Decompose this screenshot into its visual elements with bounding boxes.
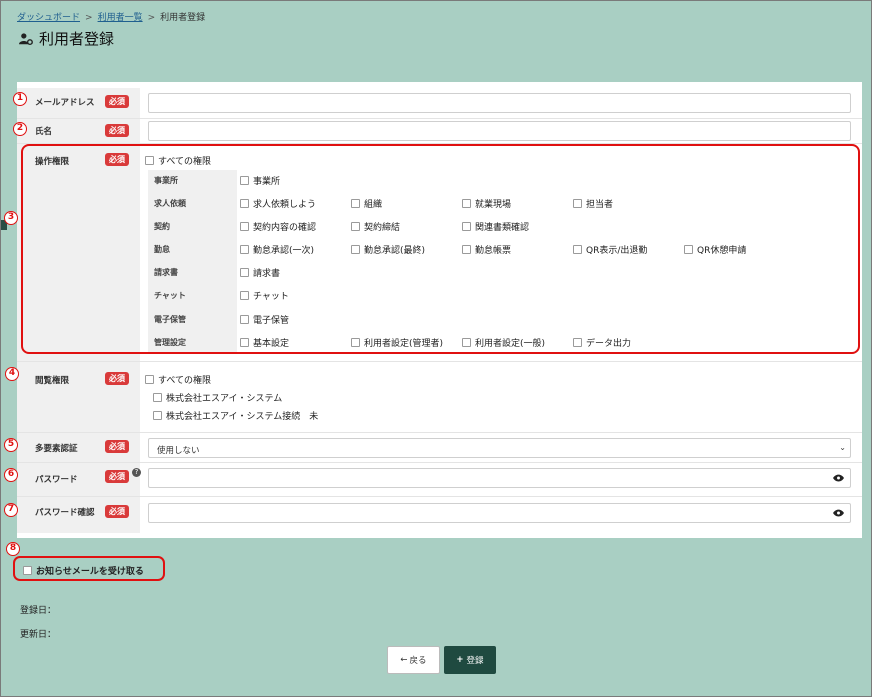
email-row: メールアドレス 必須 (17, 88, 862, 119)
breadcrumb: ダッシュボード > 利用者一覧 > 利用者登録 (17, 10, 205, 23)
eye-icon[interactable] (833, 474, 844, 482)
password-confirm-input[interactable] (148, 503, 851, 523)
password-input[interactable] (148, 468, 851, 488)
back-button-label: 戻る (409, 656, 427, 666)
view-company-checkbox-1[interactable]: 株式会社エスアイ・システム (153, 391, 282, 404)
password-confirm-row: パスワード確認 必須 (17, 497, 862, 533)
password-label: パスワード (35, 475, 78, 485)
notify-label: お知らせメールを受け取る (36, 567, 144, 577)
back-button[interactable]: ← 戻る (387, 646, 440, 674)
mfa-label: 多要素認証 (35, 444, 78, 454)
password-confirm-label-cell: パスワード確認 必須 (17, 497, 140, 533)
notify-checkbox[interactable]: お知らせメールを受け取る (23, 564, 144, 577)
mfa-row: 多要素認証 必須 使用しない ⌄ (17, 433, 862, 463)
view-label-cell: 閲覧権限 必須 (17, 362, 140, 432)
arrow-left-icon: ← (400, 655, 408, 665)
breadcrumb-current: 利用者登録 (160, 13, 206, 23)
registered-date-label: 登録日： (20, 606, 57, 616)
page-title-text: 利用者登録 (39, 30, 115, 48)
required-badge: 必須 (105, 470, 129, 483)
register-button-label: 登録 (466, 656, 484, 666)
eye-icon[interactable] (833, 509, 844, 517)
checkbox[interactable] (153, 393, 162, 402)
mfa-label-cell: 多要素認証 必須 (17, 433, 140, 462)
name-input[interactable] (148, 121, 851, 141)
register-button[interactable]: + 登録 (444, 646, 496, 674)
notify-highlight-box: お知らせメールを受け取る (13, 556, 165, 581)
breadcrumb-sep: > (147, 13, 156, 23)
breadcrumb-user-list[interactable]: 利用者一覧 (98, 13, 143, 23)
view-label: 閲覧権限 (35, 376, 70, 386)
required-badge: 必須 (105, 372, 129, 385)
email-label: メールアドレス (35, 98, 95, 108)
view-permission-row: 閲覧権限 必須 すべての権限 株式会社エスアイ・システム 株式会社エスアイ・シス… (17, 362, 862, 433)
callout-6: 6 (4, 468, 18, 482)
required-badge: 必須 (105, 505, 129, 518)
operation-highlight-box (21, 144, 860, 354)
mfa-select-value: 使用しない (157, 446, 200, 456)
name-row: 氏名 必須 (17, 119, 862, 144)
callout-4: 4 (5, 367, 19, 381)
page-title: 利用者登録 (19, 28, 114, 49)
checkbox[interactable] (153, 411, 162, 420)
required-badge: 必須 (105, 440, 129, 453)
updated-date-label: 更新日： (20, 630, 57, 640)
checkbox-label: 株式会社エスアイ・システム接続 未 (166, 412, 319, 422)
callout-7: 7 (4, 503, 18, 517)
email-label-cell: メールアドレス 必須 (17, 88, 140, 118)
checkbox-label: 株式会社エスアイ・システム (166, 394, 283, 404)
callout-3: 3 (4, 211, 18, 225)
callout-2: 2 (13, 122, 27, 136)
callout-1: 1 (13, 92, 27, 106)
name-label-cell: 氏名 必須 (17, 119, 140, 143)
user-gear-icon (19, 32, 33, 45)
help-icon[interactable]: ? (132, 468, 141, 477)
mfa-select[interactable]: 使用しない ⌄ (148, 438, 851, 458)
checkbox[interactable] (23, 566, 32, 575)
password-label-cell: パスワード 必須 ? (17, 463, 141, 496)
checkbox-label: すべての権限 (158, 376, 212, 386)
plus-icon: + (456, 655, 464, 665)
breadcrumb-sep: > (85, 13, 93, 23)
chevron-down-icon: ⌄ (839, 443, 846, 452)
callout-5: 5 (4, 438, 18, 452)
callout-8: 8 (6, 542, 20, 556)
breadcrumb-dashboard[interactable]: ダッシュボード (17, 13, 80, 23)
email-input[interactable] (148, 93, 851, 113)
view-all-checkbox[interactable]: すべての権限 (145, 373, 211, 386)
view-company-checkbox-2[interactable]: 株式会社エスアイ・システム接続 未 (153, 409, 318, 422)
checkbox[interactable] (145, 375, 154, 384)
required-badge: 必須 (105, 124, 129, 137)
password-confirm-label: パスワード確認 (35, 508, 95, 518)
name-label: 氏名 (35, 127, 53, 137)
password-row: パスワード 必須 ? (17, 463, 862, 497)
required-badge: 必須 (105, 95, 129, 108)
